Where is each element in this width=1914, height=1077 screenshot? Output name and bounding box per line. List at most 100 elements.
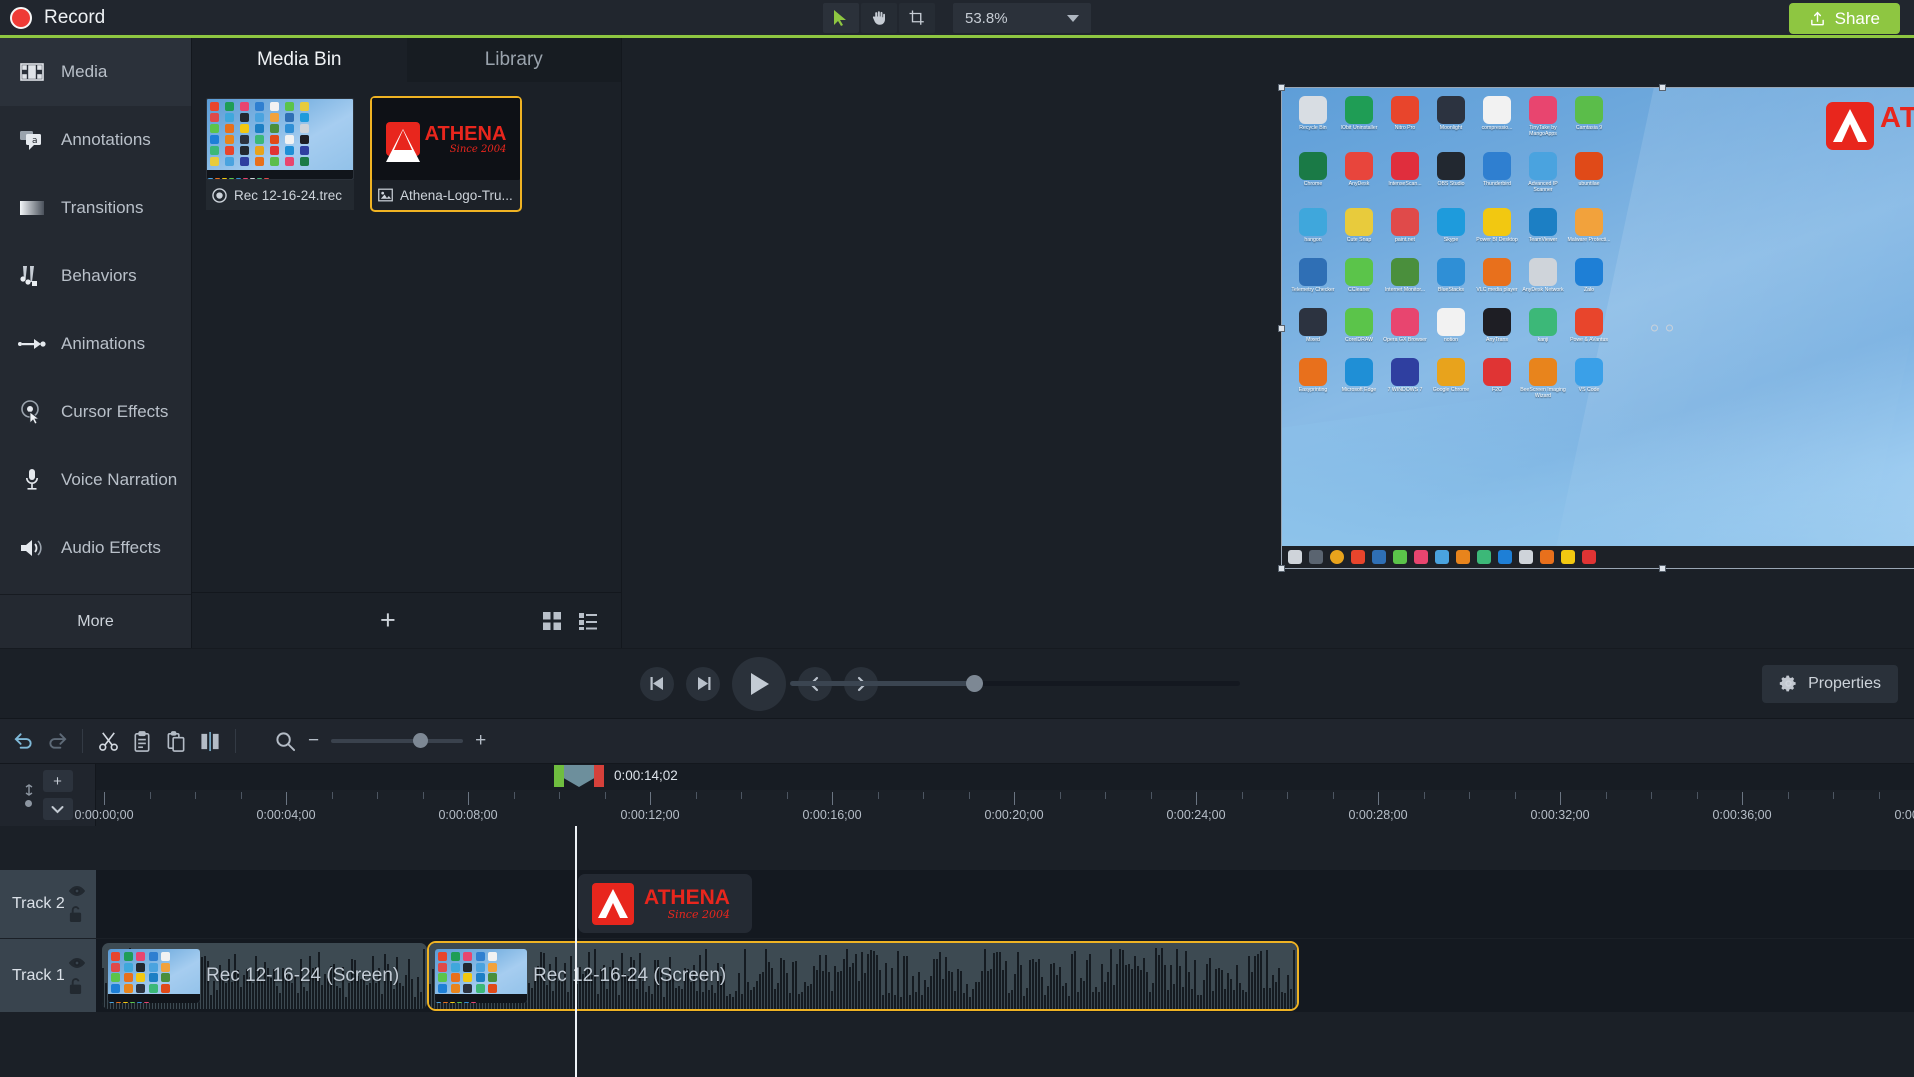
waveform-bar bbox=[1155, 948, 1157, 1009]
unlock-icon[interactable] bbox=[68, 977, 83, 995]
playhead-out-marker[interactable] bbox=[594, 765, 604, 787]
resize-handle-n[interactable] bbox=[1659, 84, 1666, 91]
cut-button[interactable] bbox=[91, 724, 125, 758]
sidebar-item-media[interactable]: Media bbox=[0, 38, 191, 106]
waveform-bar bbox=[711, 984, 713, 1009]
desktop-icon-label: kanji bbox=[1537, 336, 1549, 343]
volume-slider-knob[interactable] bbox=[965, 675, 983, 692]
desktop-icon-label: Camtasia 9 bbox=[1575, 125, 1603, 131]
split-button[interactable] bbox=[193, 724, 227, 758]
copy-button[interactable] bbox=[125, 724, 159, 758]
playhead-handle[interactable] bbox=[564, 765, 594, 787]
redo-button[interactable] bbox=[40, 724, 74, 758]
timeline-zoom-slider[interactable]: − + bbox=[308, 730, 486, 752]
play-button[interactable] bbox=[732, 656, 786, 711]
canvas-stage[interactable]: Recycle Bin IObit Uninstaller Nitro Pro Moo… bbox=[1278, 84, 1914, 572]
sidebar-item-annotations[interactable]: a Annotations bbox=[0, 106, 191, 174]
eye-icon[interactable] bbox=[68, 957, 86, 969]
desktop-icon-label: Microsoft Edge bbox=[1341, 386, 1377, 393]
sidebar-item-audio-effects[interactable]: Audio Effects bbox=[0, 514, 191, 582]
desktop-icon: Powe & AVantus bbox=[1566, 307, 1612, 344]
waveform-bar bbox=[402, 986, 404, 1009]
share-button[interactable]: Share bbox=[1788, 3, 1900, 34]
resize-handle-w[interactable] bbox=[1278, 325, 1285, 332]
timeline-zoom-in-button[interactable]: + bbox=[475, 730, 486, 752]
resize-handle-sw[interactable] bbox=[1278, 565, 1285, 572]
timeline-clip-screen-recording-2[interactable]: Rec 12-16-24 (Screen) bbox=[427, 941, 1299, 1011]
desktop-icon-label: VS Code bbox=[1578, 386, 1600, 393]
video-preview: Recycle Bin IObit Uninstaller Nitro Pro Moo… bbox=[1282, 88, 1914, 568]
desktop-icon-label: Powe & AVantus bbox=[1570, 336, 1608, 343]
add-media-button[interactable]: + bbox=[380, 607, 396, 634]
select-tool-button[interactable] bbox=[823, 3, 859, 33]
sidebar-item-animations[interactable]: Animations bbox=[0, 310, 191, 378]
timeline-zoom-track[interactable] bbox=[331, 733, 464, 748]
waveform-bar bbox=[1290, 988, 1292, 1009]
waveform-bar bbox=[771, 967, 773, 1009]
sidebar-item-voice-narration[interactable]: Voice Narration bbox=[0, 446, 191, 514]
collapse-tracks-button[interactable] bbox=[42, 798, 73, 820]
waveform-bar bbox=[528, 983, 530, 1009]
waveform-bar bbox=[1206, 963, 1208, 1009]
canvas-center-marker[interactable] bbox=[1651, 324, 1673, 332]
timeline-clip-athena-logo[interactable]: ATHENA Since 2004 Athen bbox=[578, 874, 752, 933]
add-track-button[interactable]: + bbox=[42, 770, 73, 792]
waveform-bar bbox=[927, 986, 929, 1009]
track-label-track-2[interactable]: Track 2 bbox=[0, 870, 96, 939]
timeline-zoom-knob[interactable] bbox=[412, 733, 428, 748]
previous-frame-button[interactable] bbox=[640, 666, 674, 701]
sidebar-more-button[interactable]: More bbox=[0, 594, 191, 648]
desktop-icon-glyph bbox=[1345, 96, 1373, 124]
resize-handle-s[interactable] bbox=[1659, 565, 1666, 572]
paste-button[interactable] bbox=[159, 724, 193, 758]
timeline-clip-screen-recording-1[interactable]: Rec 12-16-24 (Screen) bbox=[102, 943, 427, 1009]
ruler-scrub-strip[interactable] bbox=[96, 764, 1914, 790]
track-lane-track-1[interactable]: Rec 12-16-24 (Screen) Rec 12-16-24 (Scre… bbox=[96, 939, 1914, 1013]
hand-tool-button[interactable] bbox=[861, 3, 897, 33]
track-label-track-1[interactable]: Track 1 bbox=[0, 939, 96, 1013]
list-view-button[interactable] bbox=[575, 609, 601, 633]
playhead-marker[interactable]: 0:00:14;02 bbox=[554, 765, 678, 787]
playhead-in-marker[interactable] bbox=[554, 765, 564, 787]
crop-tool-button[interactable] bbox=[899, 3, 935, 33]
record-button[interactable]: Record bbox=[0, 6, 105, 29]
volume-slider[interactable] bbox=[790, 675, 1240, 693]
desktop-icon-label: F2O bbox=[1491, 386, 1503, 393]
crop-icon bbox=[909, 10, 924, 25]
media-bin-item-athena-logo[interactable]: ATHENA Since 2004 Athena-Logo-Tru... bbox=[370, 96, 522, 212]
desktop-icon: Thunderbird bbox=[1474, 151, 1520, 194]
timeline-ruler[interactable]: 0:00:00;00 0:00:04;00 0:00:08;00 0:00:12;00… bbox=[74, 764, 1914, 826]
tab-media-bin[interactable]: Media Bin bbox=[192, 38, 407, 82]
waveform-bar bbox=[1119, 948, 1121, 1009]
sidebar-item-transitions[interactable]: Transitions bbox=[0, 174, 191, 242]
unlock-icon[interactable] bbox=[68, 905, 83, 923]
waveform-bar bbox=[708, 990, 710, 1009]
waveform-bar bbox=[987, 971, 989, 1009]
waveform-bar bbox=[1062, 985, 1064, 1009]
waveform-bar bbox=[336, 985, 338, 1009]
track-lane-track-2[interactable]: ATHENA Since 2004 Athen bbox=[96, 870, 1914, 939]
tab-library[interactable]: Library bbox=[406, 38, 621, 82]
properties-button[interactable]: Properties bbox=[1762, 664, 1898, 703]
ruler-tick-major bbox=[1378, 792, 1379, 805]
zoom-tool-button[interactable] bbox=[268, 724, 302, 758]
waveform-bar bbox=[648, 986, 650, 1009]
resize-handle-nw[interactable] bbox=[1278, 84, 1285, 91]
eye-icon[interactable] bbox=[68, 885, 86, 897]
waveform-bar bbox=[792, 961, 794, 1009]
desktop-icon-glyph bbox=[1575, 307, 1603, 336]
ruler-tick-minor bbox=[1605, 792, 1607, 799]
canvas-zoom-select[interactable]: 53.8% bbox=[953, 3, 1091, 33]
grid-view-button[interactable] bbox=[539, 609, 565, 633]
sidebar-item-cursor-effects[interactable]: Cursor Effects bbox=[0, 378, 191, 446]
chevron-down-icon bbox=[51, 805, 64, 813]
waveform-bar bbox=[1182, 987, 1184, 1009]
media-bin-item-recording[interactable]: Rec 12-16-24.trec bbox=[206, 98, 354, 210]
next-frame-button[interactable] bbox=[686, 666, 720, 701]
waveform-bar bbox=[303, 987, 305, 1009]
sidebar-item-behaviors[interactable]: Behaviors bbox=[0, 242, 191, 310]
waveform-bar bbox=[408, 959, 410, 1009]
desktop-icon-label: paint.net bbox=[1395, 236, 1415, 243]
timeline-zoom-out-button[interactable]: − bbox=[308, 730, 319, 752]
undo-button[interactable] bbox=[6, 724, 40, 758]
